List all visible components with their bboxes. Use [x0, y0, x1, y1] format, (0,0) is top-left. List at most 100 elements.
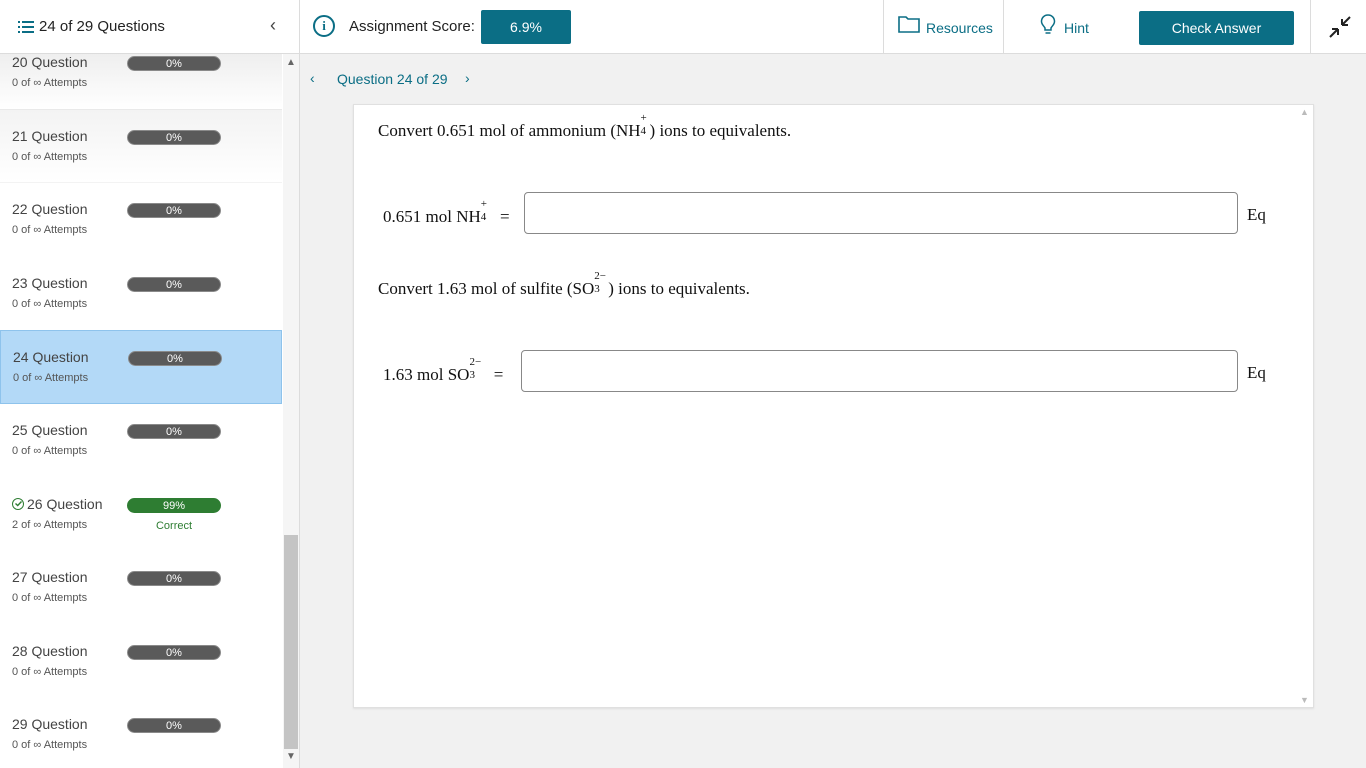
equals-sign: =: [493, 365, 504, 384]
question-name: 23 Question: [12, 274, 88, 291]
question-progress-bar: 0%: [127, 571, 221, 587]
question-prompt-1: Convert 0.651 mol of ammonium (NH +4) ion…: [378, 112, 792, 141]
question-count-label[interactable]: 24 of 29 Questions: [39, 18, 165, 35]
question-list-item[interactable]: 21 Question 0 of ∞ Attempts 0%: [0, 109, 282, 184]
scroll-up-arrow-icon[interactable]: ▲: [286, 57, 296, 68]
question-progress-bar: 0%: [127, 644, 221, 660]
assignment-score-badge[interactable]: 6.9%: [481, 10, 571, 44]
question-progress-bar: 0%: [127, 718, 221, 734]
prompt-text: Convert 0.651 mol of ammonium (NH: [378, 121, 641, 140]
question-list-item[interactable]: 23 Question 0 of ∞ Attempts 0%: [0, 257, 282, 331]
folder-icon: [898, 16, 920, 33]
question-attempts: 2 of ∞ Attempts: [12, 518, 88, 531]
hint-label: Hint: [1064, 20, 1089, 36]
equation-label-2: 1.63 mol SO 2− 3 =: [383, 356, 504, 385]
question-name: 27 Question: [12, 569, 88, 586]
ion-subscript: 3: [469, 369, 475, 381]
card-scrollbar[interactable]: ▲ ▼: [1297, 105, 1313, 707]
check-circle-icon: [12, 497, 24, 510]
top-bar: 24 of 29 Questions ‹ i Assignment Score:…: [0, 0, 1366, 54]
question-progress-bar: 99%: [127, 497, 221, 513]
ion-charge-notation: +4: [480, 198, 490, 223]
scroll-down-arrow-icon[interactable]: ▼: [1300, 695, 1309, 705]
question-name: 21 Question: [12, 127, 88, 144]
ion-charge-notation: 2− 3: [469, 356, 483, 381]
scroll-up-arrow-icon[interactable]: ▲: [1300, 107, 1309, 117]
question-attempts: 0 of ∞ Attempts: [12, 224, 88, 237]
question-list-item[interactable]: 26 Question 2 of ∞ Attempts 99% Correct: [0, 478, 282, 552]
question-progress-bar: 0%: [127, 203, 221, 219]
question-attempts: 0 of ∞ Attempts: [12, 444, 88, 457]
check-answer-button[interactable]: Check Answer: [1139, 11, 1294, 45]
ion-charge: 2−: [469, 356, 482, 368]
ion-charge-notation: 2− 3: [594, 270, 608, 295]
question-name: 28 Question: [12, 642, 88, 659]
ion-charge: +: [480, 198, 487, 210]
unit-label-2: Eq: [1247, 363, 1266, 382]
collapse-sidebar-icon[interactable]: ‹: [270, 15, 276, 36]
answer-input-2[interactable]: [521, 350, 1238, 392]
equation-text: 0.651 mol NH: [383, 207, 481, 226]
equation-label-1: 0.651 mol NH +4 =: [383, 198, 510, 227]
question-attempts: 0 of ∞ Attempts: [12, 297, 88, 310]
ion-charge-notation: +4: [640, 112, 650, 137]
question-list-item[interactable]: 28 Question 0 of ∞ Attempts 0%: [0, 625, 282, 699]
question-name: 20 Question: [12, 54, 88, 70]
question-list-item-active[interactable]: 24 Question 0 of ∞ Attempts 0%: [0, 330, 282, 404]
resources-label: Resources: [926, 20, 993, 36]
question-name: 22 Question: [12, 201, 88, 218]
prompt-text: ) ions to equivalents.: [649, 121, 792, 140]
question-list-item[interactable]: 29 Question 0 of ∞ Attempts 0%: [0, 698, 282, 768]
ion-subscript: 4: [480, 211, 487, 223]
question-progress-bar: 0%: [128, 351, 222, 367]
question-sidebar: 20 Question 0 of ∞ Attempts 0% 21 Questi…: [0, 54, 300, 768]
ion-subscript: 4: [640, 125, 647, 137]
ion-charge: +: [640, 112, 647, 124]
question-progress-bar: 0%: [127, 56, 221, 71]
question-card: Convert 0.651 mol of ammonium (NH +4) ion…: [353, 104, 1314, 708]
next-question-icon[interactable]: ›: [465, 70, 470, 86]
question-list-item[interactable]: 20 Question 0 of ∞ Attempts 0%: [0, 54, 282, 110]
assignment-score-label: Assignment Score:: [349, 18, 475, 35]
question-list-item[interactable]: 22 Question 0 of ∞ Attempts 0%: [0, 183, 282, 257]
question-name: 26 Question: [27, 495, 103, 512]
ion-charge: 2−: [594, 270, 606, 282]
answer-input-1[interactable]: [524, 192, 1238, 234]
question-name-with-check: 26 Question: [12, 496, 103, 512]
question-attempts: 0 of ∞ Attempts: [13, 372, 89, 385]
question-count-panel: 24 of 29 Questions ‹: [0, 0, 300, 54]
question-progress-bar: 0%: [127, 129, 221, 145]
list-icon: [18, 21, 34, 33]
question-status: Correct: [155, 519, 193, 532]
info-icon[interactable]: i: [313, 15, 335, 37]
question-attempts: 0 of ∞ Attempts: [12, 592, 88, 605]
question-prompt-2: Convert 1.63 mol of sulfite (SO 2− 3) ions…: [378, 270, 750, 299]
hint-button[interactable]: Hint: [1003, 0, 1123, 54]
ion-subscript: 3: [594, 283, 600, 295]
equals-sign: =: [500, 207, 510, 226]
question-attempts: 0 of ∞ Attempts: [12, 665, 88, 678]
prompt-text: ) ions to equivalents.: [608, 279, 750, 298]
question-name: 29 Question: [12, 716, 88, 733]
question-name: 25 Question: [12, 421, 88, 438]
question-attempts: 0 of ∞ Attempts: [12, 150, 88, 163]
question-progress-bar: 0%: [127, 276, 221, 292]
resources-button[interactable]: Resources: [883, 0, 1003, 54]
prompt-text: Convert 1.63 mol of sulfite (SO: [378, 279, 595, 298]
scrollbar-thumb[interactable]: [284, 535, 298, 749]
question-list-item[interactable]: 25 Question 0 of ∞ Attempts 0%: [0, 404, 282, 478]
question-attempts: 0 of ∞ Attempts: [12, 739, 88, 752]
question-list-item[interactable]: 27 Question 0 of ∞ Attempts 0%: [0, 551, 282, 625]
previous-question-icon[interactable]: ‹: [310, 70, 315, 86]
compress-icon: [1329, 16, 1351, 38]
question-progress-bar: 0%: [127, 423, 221, 439]
compress-view-button[interactable]: [1310, 0, 1366, 54]
equation-text: 1.63 mol SO: [383, 365, 470, 384]
sidebar-scrollbar[interactable]: ▲ ▼: [283, 54, 299, 768]
question-list: 20 Question 0 of ∞ Attempts 0% 21 Questi…: [0, 54, 282, 768]
question-nav-title[interactable]: Question 24 of 29: [337, 71, 448, 87]
lightbulb-icon: [1040, 14, 1056, 34]
question-name: 24 Question: [13, 349, 89, 366]
unit-label-1: Eq: [1247, 205, 1266, 224]
scroll-down-arrow-icon[interactable]: ▼: [286, 751, 296, 762]
